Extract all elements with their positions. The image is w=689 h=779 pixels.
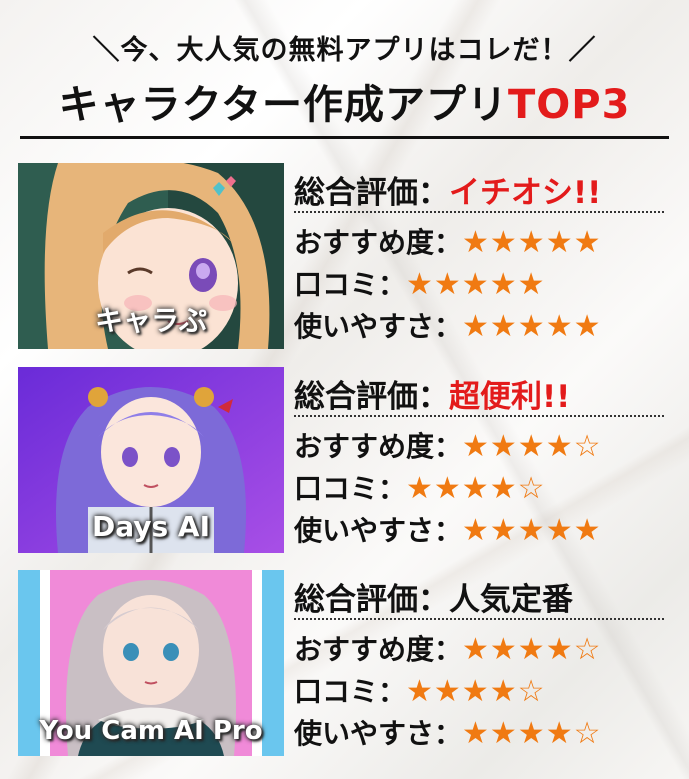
page-title: キャラクター作成アプリTOP3 xyxy=(0,72,689,130)
rating-label: 使いやすさ： xyxy=(294,310,463,343)
overall-value-1: イチオシ!! xyxy=(449,175,602,211)
overall-value-3: 人気定番 xyxy=(449,582,573,618)
app-info-1: 総合評価：イチオシ!! おすすめ度：★★★★★ 口コミ：★★★★★ 使いやすさ：… xyxy=(294,163,673,349)
rating-label: おすすめ度： xyxy=(294,633,463,666)
rating-label: 使いやすさ： xyxy=(294,514,463,547)
rating-stars: ★★★★☆ xyxy=(406,674,546,709)
rating-stars: ★★★★★ xyxy=(462,309,602,344)
rating-stars: ★★★★★ xyxy=(462,513,602,548)
rating-stars: ★★★★★ xyxy=(462,225,602,260)
app-name-1: キャラぷ xyxy=(94,304,207,337)
app-thumbnail-2[interactable]: Days AI xyxy=(18,367,284,553)
rating-label: 口コミ： xyxy=(294,268,407,301)
rating-label: 口コミ： xyxy=(294,472,407,505)
rating-stars: ★★★★☆ xyxy=(462,716,602,751)
overall-rating-1: 総合評価：イチオシ!! xyxy=(294,167,664,213)
app-card-3[interactable]: You Cam AI Pro 総合評価：人気定番 おすすめ度：★★★★☆ 口コミ… xyxy=(18,570,673,756)
rating-row-reviews-3: 口コミ：★★★★☆ xyxy=(294,670,546,710)
app-thumbnail-1[interactable]: キャラぷ xyxy=(18,163,284,349)
rating-row-reviews-1: 口コミ：★★★★★ xyxy=(294,263,546,303)
rating-row-recommend-2: おすすめ度：★★★★☆ xyxy=(294,425,602,465)
app-name-2: Days AI xyxy=(91,510,211,543)
app-info-2: 総合評価：超便利!! おすすめ度：★★★★☆ 口コミ：★★★★☆ 使いやすさ：★… xyxy=(294,367,673,553)
rating-label: 使いやすさ： xyxy=(294,717,463,750)
rating-row-reviews-2: 口コミ：★★★★☆ xyxy=(294,467,546,507)
rating-label: 口コミ： xyxy=(294,675,407,708)
rating-label: おすすめ度： xyxy=(294,226,463,259)
app-card-1[interactable]: キャラぷ 総合評価：イチオシ!! おすすめ度：★★★★★ 口コミ：★★★★★ 使… xyxy=(18,163,673,349)
rating-stars: ★★★★☆ xyxy=(462,429,602,464)
rating-row-recommend-1: おすすめ度：★★★★★ xyxy=(294,221,602,261)
page-title-accent: TOP3 xyxy=(507,82,631,128)
overall-label-3: 総合評価： xyxy=(294,582,449,618)
rating-row-usability-2: 使いやすさ：★★★★★ xyxy=(294,509,602,549)
rating-stars: ★★★★☆ xyxy=(406,471,546,506)
overall-label-2: 総合評価： xyxy=(294,379,449,415)
overall-rating-3: 総合評価：人気定番 xyxy=(294,574,664,620)
rating-stars: ★★★★☆ xyxy=(462,632,602,667)
header-divider xyxy=(20,136,669,139)
overall-label-1: 総合評価： xyxy=(294,175,449,211)
app-thumbnail-3[interactable]: You Cam AI Pro xyxy=(18,570,284,756)
rating-row-recommend-3: おすすめ度：★★★★☆ xyxy=(294,628,602,668)
overall-value-2: 超便利!! xyxy=(449,379,571,415)
page-header: ＼今、大人気の無料アプリはコレだ！／ キャラクター作成アプリTOP3 xyxy=(0,0,689,140)
rating-label: おすすめ度： xyxy=(294,430,463,463)
rating-stars: ★★★★★ xyxy=(406,267,546,302)
app-card-2[interactable]: Days AI 総合評価：超便利!! おすすめ度：★★★★☆ 口コミ：★★★★☆… xyxy=(18,367,673,553)
rating-row-usability-3: 使いやすさ：★★★★☆ xyxy=(294,712,602,752)
overall-rating-2: 総合評価：超便利!! xyxy=(294,371,664,417)
app-info-3: 総合評価：人気定番 おすすめ度：★★★★☆ 口コミ：★★★★☆ 使いやすさ：★★… xyxy=(294,570,673,756)
app-name-3: You Cam AI Pro xyxy=(39,716,263,746)
page-subtitle: ＼今、大人気の無料アプリはコレだ！／ xyxy=(92,35,597,66)
rating-row-usability-1: 使いやすさ：★★★★★ xyxy=(294,305,602,345)
page-title-main: キャラクター作成アプリ xyxy=(58,82,508,128)
